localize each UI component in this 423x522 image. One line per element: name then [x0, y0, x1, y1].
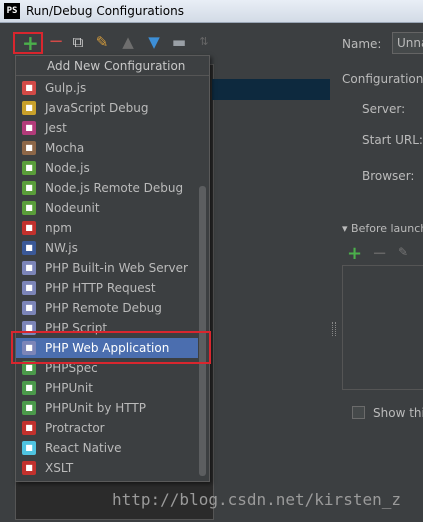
popup-item[interactable]: ■ React Native	[16, 438, 198, 458]
php-http-icon: ■	[22, 281, 36, 295]
react-icon: ■	[22, 441, 36, 455]
gulp-icon: ■	[22, 81, 36, 95]
popup-item[interactable]: ■ Nodeunit	[16, 198, 198, 218]
nodeunit-icon: ■	[22, 201, 36, 215]
before-launch-toggle[interactable]: ▾ Before launch	[342, 222, 423, 235]
edit-icon[interactable]: ✎	[398, 245, 408, 259]
protractor-icon: ■	[22, 421, 36, 435]
before-launch-list[interactable]	[342, 265, 423, 390]
popup-item[interactable]: ■ Node.js Remote Debug	[16, 178, 198, 198]
popup-item[interactable]: ■ PHPUnit by HTTP	[16, 398, 198, 418]
name-label: Name:	[342, 37, 382, 51]
popup-item-label: Nodeunit	[45, 201, 100, 215]
wrench-icon[interactable]: ✎	[93, 33, 111, 51]
npm-icon: ■	[22, 221, 36, 235]
sort-icon[interactable]: ⇅	[195, 33, 213, 51]
title-bar: PS Run/Debug Configurations	[0, 0, 423, 23]
nwjs-icon: ■	[22, 241, 36, 255]
highlight-box	[11, 331, 211, 364]
name-field[interactable]: Unna	[392, 32, 423, 54]
popup-item[interactable]: ■ XSLT	[16, 458, 198, 478]
popup-item-label: Mocha	[45, 141, 85, 155]
popup-header: Add New Configuration	[16, 56, 209, 76]
popup-item-label: Protractor	[45, 421, 105, 435]
server-label: Server:	[362, 102, 406, 116]
popup-item-label: Jest	[45, 121, 67, 135]
popup-item-label: npm	[45, 221, 72, 235]
app-icon: PS	[4, 3, 20, 19]
splitter-grip[interactable]	[332, 322, 336, 336]
popup-item-label: PHP Built-in Web Server	[45, 261, 188, 275]
php-server-icon: ■	[22, 261, 36, 275]
configuration-heading: Configuration	[342, 72, 423, 86]
popup-item[interactable]: ■ PHP Remote Debug	[16, 298, 198, 318]
php-remote-icon: ■	[22, 301, 36, 315]
add-configuration-popup: Add New Configuration ■ Gulp.js ■ JavaScrip…	[15, 55, 210, 482]
browser-label: Browser:	[362, 169, 415, 183]
arrow-down-icon[interactable]: ▼	[145, 33, 163, 51]
popup-item-label: Node.js	[45, 161, 90, 175]
nodejs-remote-icon: ■	[22, 181, 36, 195]
folder-icon[interactable]: ▬	[170, 33, 188, 51]
tree-selection-bar	[212, 79, 330, 100]
splitter[interactable]	[330, 24, 338, 522]
popup-item[interactable]: ■ PHP Built-in Web Server	[16, 258, 198, 278]
show-label: Show thi	[373, 406, 423, 420]
xslt-icon: ■	[22, 461, 36, 475]
popup-item[interactable]: ■ PHPUnit	[16, 378, 198, 398]
popup-item[interactable]: ■ npm	[16, 218, 198, 238]
watermark: http://blog.csdn.net/kirsten_z	[112, 490, 401, 509]
popup-item[interactable]: ■ JavaScript Debug	[16, 98, 198, 118]
popup-item-label: NW.js	[45, 241, 78, 255]
start-url-label: Start URL:	[362, 133, 423, 147]
popup-item[interactable]: ■ Jest	[16, 118, 198, 138]
popup-item-label: React Native	[45, 441, 122, 455]
popup-item-label: PHPUnit by HTTP	[45, 401, 146, 415]
popup-item[interactable]: ■ PHP HTTP Request	[16, 278, 198, 298]
copy-icon[interactable]: ⧉	[69, 33, 87, 51]
window-title: Run/Debug Configurations	[26, 4, 184, 18]
popup-item-label: PHPUnit	[45, 381, 93, 395]
popup-item-label: PHP Remote Debug	[45, 301, 162, 315]
popup-item-label: JavaScript Debug	[45, 101, 149, 115]
arrow-up-icon[interactable]: ▲	[119, 33, 137, 51]
popup-item[interactable]: ■ Node.js	[16, 158, 198, 178]
popup-item-label: Gulp.js	[45, 81, 87, 95]
phpunit-icon: ■	[22, 381, 36, 395]
js-debug-icon: ■	[22, 101, 36, 115]
popup-item[interactable]: ■ NW.js	[16, 238, 198, 258]
before-launch-label: Before launch	[351, 222, 423, 235]
popup-item-label: Node.js Remote Debug	[45, 181, 184, 195]
mocha-icon: ■	[22, 141, 36, 155]
minus-icon[interactable]: −	[372, 243, 387, 264]
popup-item-label: PHP HTTP Request	[45, 281, 156, 295]
minus-icon[interactable]: −	[47, 33, 65, 51]
show-checkbox[interactable]	[352, 406, 365, 419]
phpunit-http-icon: ■	[22, 401, 36, 415]
plus-icon: +	[22, 31, 39, 55]
jest-icon: ■	[22, 121, 36, 135]
popup-item[interactable]: ■ Gulp.js	[16, 78, 198, 98]
plus-icon[interactable]: +	[347, 243, 362, 264]
popup-item-label: XSLT	[45, 461, 74, 475]
popup-item[interactable]: ■ Protractor	[16, 418, 198, 438]
popup-item[interactable]: ■ Mocha	[16, 138, 198, 158]
nodejs-icon: ■	[22, 161, 36, 175]
